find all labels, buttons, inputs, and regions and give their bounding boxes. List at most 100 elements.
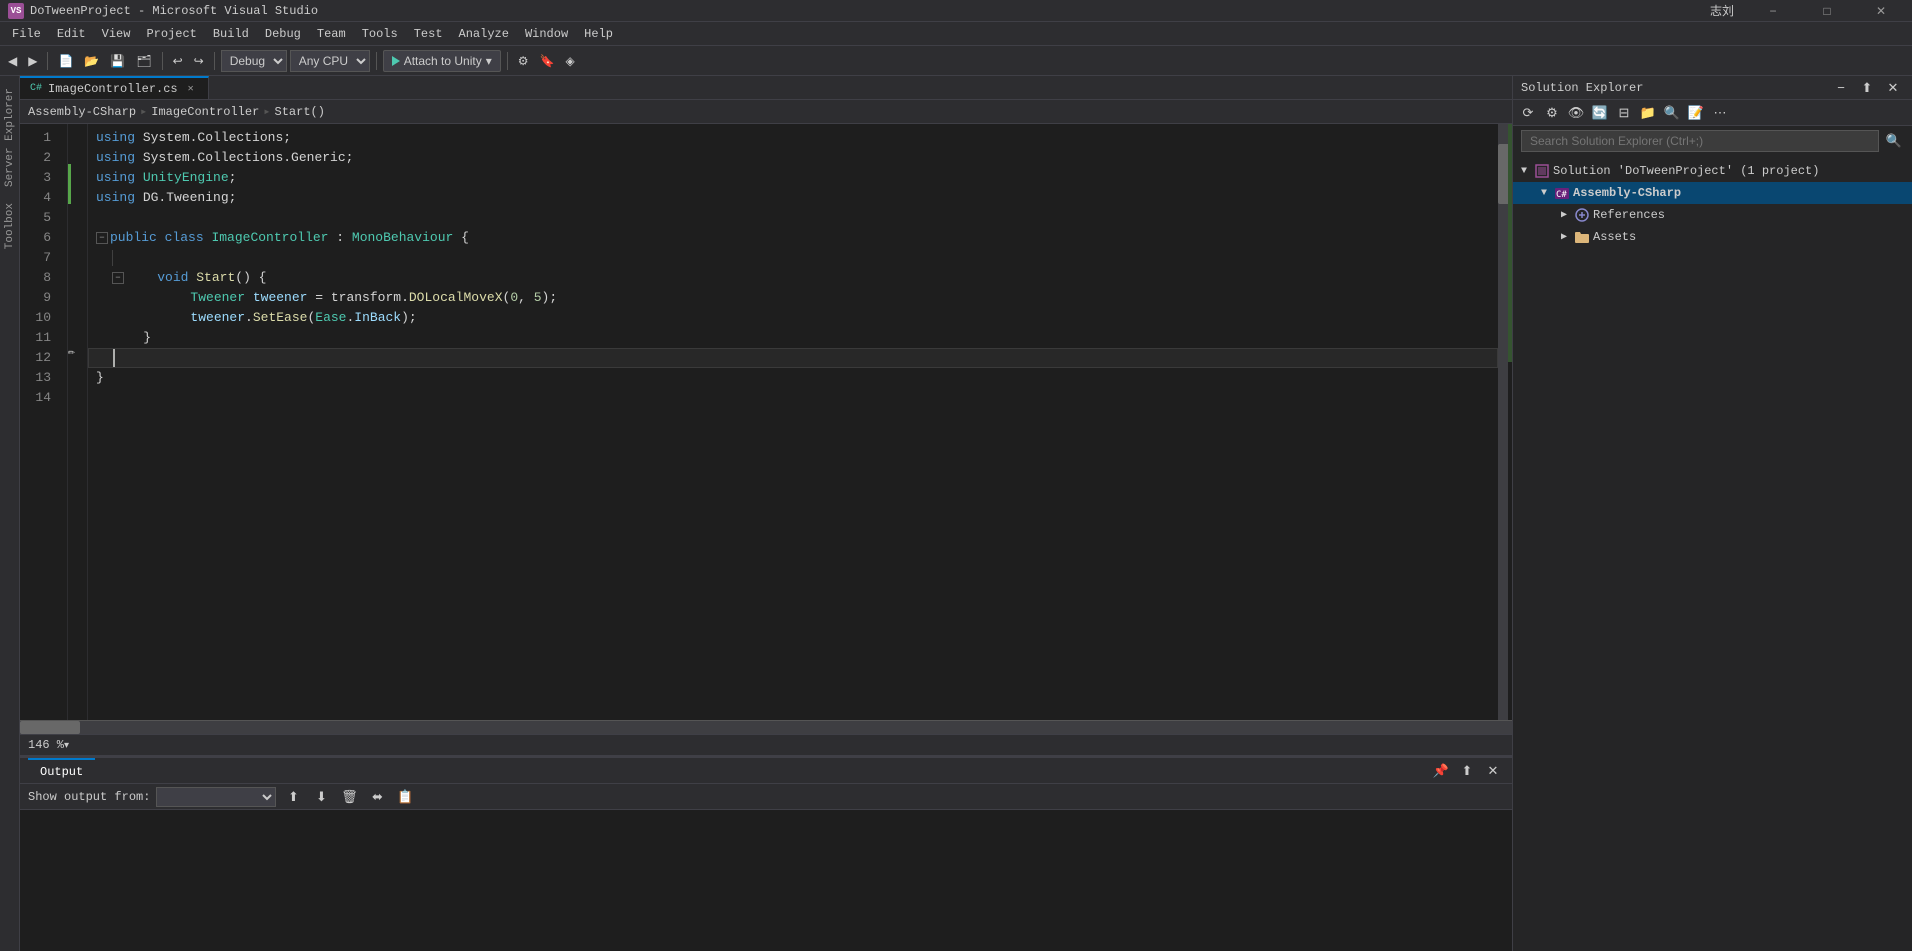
se-new-folder[interactable]: 📁 <box>1637 102 1659 124</box>
menu-view[interactable]: View <box>94 22 139 45</box>
forward-button[interactable]: ▶ <box>24 50 41 72</box>
output-source-select[interactable] <box>156 787 276 807</box>
menu-file[interactable]: File <box>4 22 49 45</box>
code-content[interactable]: using System.Collections; using System.C… <box>88 124 1498 720</box>
save-all-button[interactable]: 🗂 <box>132 50 155 72</box>
save-button[interactable]: 💾 <box>106 50 129 72</box>
breadcrumb-class[interactable]: ImageController <box>151 105 259 119</box>
platform-select[interactable]: Any CPU <box>290 50 370 72</box>
toolbar-extra-1[interactable]: ⚙ <box>514 50 533 72</box>
redo-button[interactable]: ↪ <box>190 50 208 72</box>
menu-bar: File Edit View Project Build Debug Team … <box>0 22 1912 46</box>
minimize-button[interactable]: − <box>1750 0 1796 22</box>
debug-config-select[interactable]: Debug <box>221 50 287 72</box>
code-line-13: } <box>88 368 1498 388</box>
breadcrumb-method[interactable]: Start() <box>275 105 325 119</box>
assets-folder-icon <box>1574 229 1590 245</box>
app-icon: VS <box>8 3 24 19</box>
bottom-tab-controls: 📌 ⬆ ✕ <box>1430 758 1504 783</box>
project-label: Assembly-CSharp <box>1573 186 1681 200</box>
breadcrumb-sep-2: ▸ <box>263 104 270 119</box>
gutter-4-green <box>68 184 71 204</box>
gutter-5 <box>68 204 87 224</box>
tree-project[interactable]: ▼ C# Assembly-CSharp <box>1513 182 1912 204</box>
collapse-8[interactable]: − <box>112 272 124 284</box>
open-button[interactable]: 📂 <box>80 50 103 72</box>
left-content: C# ImageController.cs ✕ Assembly-CSharp … <box>20 76 1512 951</box>
zoom-dropdown[interactable]: ▾ <box>64 740 69 751</box>
references-expand[interactable]: ▶ <box>1557 208 1571 222</box>
undo-button[interactable]: ↩ <box>169 50 187 72</box>
vertical-scrollbar[interactable] <box>1498 124 1512 720</box>
zoom-bar: 146 % ▾ <box>20 734 1512 756</box>
menu-team[interactable]: Team <box>309 22 354 45</box>
attach-to-unity-button[interactable]: Attach to Unity ▾ <box>383 50 501 72</box>
toolbar-extra-3[interactable]: ◈ <box>561 50 578 72</box>
references-icon <box>1574 207 1590 223</box>
gutter-2 <box>68 144 87 164</box>
menu-help[interactable]: Help <box>576 22 621 45</box>
se-refresh-button[interactable]: 🔄 <box>1589 102 1611 124</box>
ln-4: 4 <box>20 188 59 208</box>
se-show-all-button[interactable]: 👁 <box>1565 102 1587 124</box>
tab-close-button[interactable]: ✕ <box>184 82 198 96</box>
output-open-log[interactable]: 📋 <box>394 786 416 808</box>
new-project-button[interactable]: 📄 <box>54 50 77 72</box>
close-button[interactable]: ✕ <box>1858 0 1904 22</box>
output-float-button[interactable]: ⬆ <box>1456 760 1478 782</box>
attach-label: Attach to Unity <box>404 54 482 68</box>
tree-references[interactable]: ▶ References <box>1513 204 1912 226</box>
toolbox-tab[interactable]: Toolbox <box>2 195 18 257</box>
bottom-panel: Output 📌 ⬆ ✕ Show output from: ⬆ ⬇ 🗑 <box>20 756 1512 951</box>
ln-8: 8 <box>20 268 59 288</box>
code-line-8: − void Start() { <box>88 268 1498 288</box>
se-search-input[interactable] <box>1521 130 1879 152</box>
se-more-options[interactable]: ⋯ <box>1709 102 1731 124</box>
menu-analyze[interactable]: Analyze <box>451 22 517 45</box>
project-expand[interactable]: ▼ <box>1537 186 1551 200</box>
window-controls: 志刘 − □ ✕ <box>1710 0 1904 22</box>
tab-icon: C# <box>30 83 42 94</box>
se-sync-button[interactable]: ⟳ <box>1517 102 1539 124</box>
menu-test[interactable]: Test <box>406 22 451 45</box>
output-tab[interactable]: Output <box>28 758 95 783</box>
server-explorer-tab[interactable]: Server Explorer <box>2 80 18 195</box>
tree-solution[interactable]: ▼ Solution 'DoTweenProject' (1 project) <box>1513 160 1912 182</box>
se-search-button[interactable]: 🔍 <box>1883 130 1904 152</box>
se-properties-button[interactable]: ⚙ <box>1541 102 1563 124</box>
ln-11: 11 <box>20 328 59 348</box>
output-pin-button[interactable]: 📌 <box>1430 760 1452 782</box>
horizontal-scrollbar[interactable] <box>20 721 1512 734</box>
back-button[interactable]: ◀ <box>4 50 21 72</box>
collapse-6[interactable]: − <box>96 232 108 244</box>
ln-5: 5 <box>20 208 59 228</box>
breadcrumb-assembly[interactable]: Assembly-CSharp <box>28 105 136 119</box>
output-go-prev[interactable]: ⬆ <box>282 786 304 808</box>
maximize-button[interactable]: □ <box>1804 0 1850 22</box>
output-toolbar: Show output from: ⬆ ⬇ 🗑 ⬌ 📋 <box>20 784 1512 810</box>
output-clear[interactable]: 🗑 <box>338 786 360 808</box>
toolbar-extra-2[interactable]: 🔖 <box>536 50 559 72</box>
menu-window[interactable]: Window <box>517 22 576 45</box>
output-go-next[interactable]: ⬇ <box>310 786 332 808</box>
menu-tools[interactable]: Tools <box>354 22 406 45</box>
menu-edit[interactable]: Edit <box>49 22 94 45</box>
se-collapse-button[interactable]: ⊟ <box>1613 102 1635 124</box>
se-close-button[interactable]: ✕ <box>1882 77 1904 99</box>
se-pending-changes[interactable]: 📝 <box>1685 102 1707 124</box>
h-scrollbar-thumb[interactable] <box>20 721 80 734</box>
menu-build[interactable]: Build <box>205 22 257 45</box>
tab-imagecontroller[interactable]: C# ImageController.cs ✕ <box>20 76 209 99</box>
tree-assets[interactable]: ▶ Assets <box>1513 226 1912 248</box>
menu-debug[interactable]: Debug <box>257 22 309 45</box>
assets-expand[interactable]: ▶ <box>1557 230 1571 244</box>
menu-project[interactable]: Project <box>138 22 204 45</box>
output-word-wrap[interactable]: ⬌ <box>366 786 388 808</box>
se-float-button[interactable]: ⬆ <box>1856 77 1878 99</box>
se-pin-button[interactable]: − <box>1830 77 1852 99</box>
solution-tree: ▼ Solution 'DoTweenProject' (1 project) … <box>1513 156 1912 951</box>
output-close-button[interactable]: ✕ <box>1482 760 1504 782</box>
se-filter-button[interactable]: 🔍 <box>1661 102 1683 124</box>
solution-explorer-panel: Solution Explorer − ⬆ ✕ ⟳ ⚙ 👁 🔄 ⊟ 📁 🔍 📝 … <box>1512 76 1912 951</box>
solution-expand[interactable]: ▼ <box>1517 164 1531 178</box>
